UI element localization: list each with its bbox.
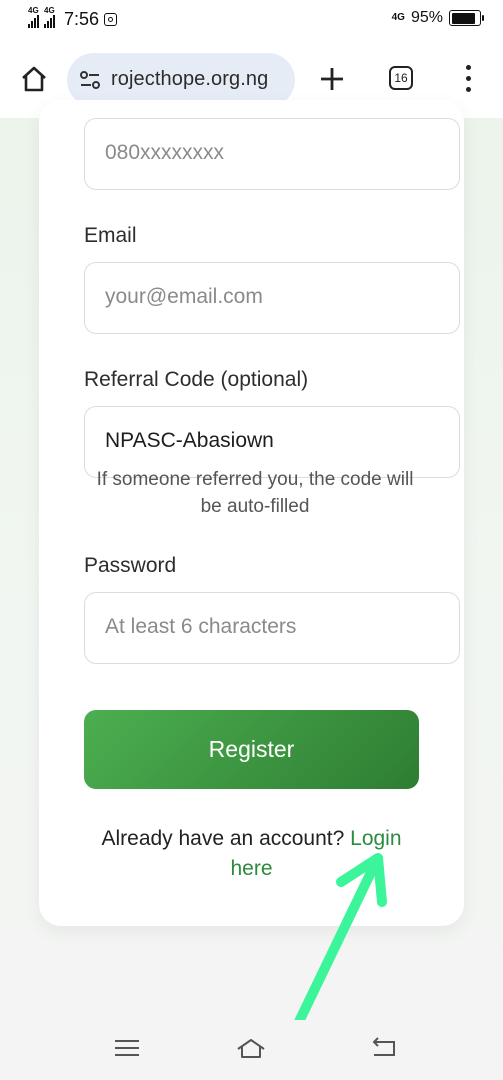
- url-text: rojecthope.org.ng: [111, 68, 269, 90]
- site-settings-icon[interactable]: [79, 69, 101, 91]
- system-nav-bar: [0, 1020, 503, 1080]
- battery-icon: [449, 10, 484, 26]
- home-icon[interactable]: [236, 1036, 266, 1060]
- referral-label: Referral Code (optional): [84, 368, 309, 391]
- address-bar[interactable]: rojecthope.org.ng: [67, 53, 295, 107]
- register-button[interactable]: Register: [84, 710, 419, 789]
- referral-hint: If someone referred you, the code will b…: [96, 469, 414, 517]
- login-prompt-text: Already have an account?: [101, 827, 351, 850]
- phone-field[interactable]: 080xxxxxxxx: [84, 118, 460, 190]
- signal-icon: 4G: [44, 6, 55, 28]
- password-field[interactable]: At least 6 characters: [84, 592, 460, 664]
- signal-icon: 4G: [28, 6, 39, 28]
- back-icon[interactable]: [369, 1036, 399, 1060]
- more-menu-icon[interactable]: [464, 65, 474, 95]
- email-field[interactable]: your@email.com: [84, 262, 460, 334]
- network-type-2: 4G: [44, 5, 55, 15]
- data-indicator: 4G: [391, 12, 405, 23]
- email-placeholder: your@email.com: [105, 285, 263, 308]
- status-right: 4G 95%: [391, 9, 484, 27]
- status-bar: 4G 4G 7:56 4G 95%: [0, 0, 503, 40]
- home-icon[interactable]: [20, 65, 48, 93]
- menu-icon[interactable]: [112, 1036, 142, 1060]
- new-tab-icon[interactable]: [318, 65, 346, 93]
- network-type-1: 4G: [28, 5, 39, 15]
- instagram-notification-icon: [104, 13, 118, 26]
- phone-placeholder: 080xxxxxxxx: [105, 141, 225, 164]
- email-label: Email: [84, 224, 137, 247]
- tabs-icon[interactable]: 16: [389, 66, 413, 90]
- password-label: Password: [84, 554, 177, 577]
- login-prompt: Already have an account? Login here: [84, 824, 419, 884]
- status-left: 4G 4G 7:56: [28, 6, 118, 30]
- referral-code-value: NPASC-Abasiown: [105, 429, 274, 452]
- password-placeholder: At least 6 characters: [105, 615, 297, 638]
- battery-percent: 95%: [410, 9, 443, 26]
- clock: 7:56: [64, 9, 100, 29]
